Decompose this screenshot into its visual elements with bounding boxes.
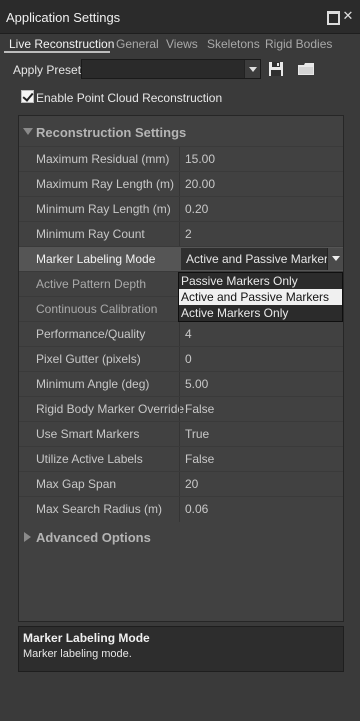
- chevron-right-icon: [24, 532, 31, 542]
- setting-row[interactable]: Utilize Active Labels False: [19, 446, 343, 472]
- setting-key: Minimum Ray Count: [36, 227, 145, 241]
- tab-views[interactable]: Views: [166, 37, 198, 51]
- setting-value[interactable]: 4: [185, 327, 192, 341]
- help-panel: Marker Labeling Mode Marker labeling mod…: [18, 626, 344, 672]
- tab-skeletons[interactable]: Skeletons: [207, 37, 260, 51]
- enable-point-cloud-checkbox[interactable]: [21, 90, 34, 103]
- setting-value[interactable]: True: [185, 427, 209, 441]
- restore-icon[interactable]: [325, 9, 340, 25]
- chevron-down-icon[interactable]: [327, 248, 343, 270]
- setting-key: Max Search Radius (m): [36, 502, 163, 516]
- setting-value[interactable]: 15.00: [185, 152, 215, 166]
- setting-row[interactable]: Rigid Body Marker Override False: [19, 396, 343, 422]
- setting-value[interactable]: 20.00: [185, 177, 215, 191]
- setting-row[interactable]: Performance/Quality 4: [19, 321, 343, 347]
- advanced-options-header[interactable]: Advanced Options: [19, 521, 343, 553]
- setting-key: Maximum Ray Length (m): [36, 177, 175, 191]
- help-title: Marker Labeling Mode: [23, 631, 150, 645]
- setting-row[interactable]: Maximum Ray Length (m) 20.00: [19, 171, 343, 197]
- tab-rigid-bodies[interactable]: Rigid Bodies: [265, 37, 332, 51]
- chevron-down-icon[interactable]: [244, 60, 260, 78]
- setting-value[interactable]: 0: [185, 352, 192, 366]
- setting-value[interactable]: 0.20: [185, 202, 208, 216]
- chevron-down-icon: [23, 128, 33, 135]
- setting-key: Max Gap Span: [36, 477, 117, 491]
- setting-key: Minimum Ray Length (m): [36, 202, 171, 216]
- properties-panel: Reconstruction Settings Maximum Residual…: [18, 115, 344, 622]
- setting-value[interactable]: 2: [185, 227, 192, 241]
- setting-key: Maximum Residual (mm): [36, 152, 170, 166]
- setting-row[interactable]: Minimum Ray Length (m) 0.20: [19, 196, 343, 222]
- marker-labeling-mode-value: Active and Passive Markers: [186, 252, 335, 266]
- setting-key: Use Smart Markers: [36, 427, 140, 441]
- setting-key: Performance/Quality: [36, 327, 146, 341]
- setting-row[interactable]: Maximum Residual (mm) 15.00: [19, 146, 343, 172]
- apply-preset-select[interactable]: [81, 59, 261, 79]
- section-label: Advanced Options: [36, 530, 151, 545]
- setting-row-marker-labeling-mode[interactable]: Marker Labeling Mode Active and Passive …: [19, 246, 343, 271]
- setting-key: Minimum Angle (deg): [36, 377, 150, 391]
- tab-general[interactable]: General: [116, 37, 159, 51]
- dropdown-option[interactable]: Passive Markers Only: [179, 273, 342, 289]
- reconstruction-settings-header[interactable]: Reconstruction Settings: [19, 116, 343, 148]
- folder-icon[interactable]: [296, 59, 316, 79]
- marker-labeling-mode-select[interactable]: Active and Passive Markers: [181, 248, 343, 270]
- setting-row[interactable]: Pixel Gutter (pixels) 0: [19, 346, 343, 372]
- setting-key: Utilize Active Labels: [36, 452, 143, 466]
- setting-value[interactable]: False: [185, 452, 214, 466]
- dropdown-option[interactable]: Active Markers Only: [179, 305, 342, 321]
- setting-row[interactable]: Minimum Angle (deg) 5.00: [19, 371, 343, 397]
- setting-value[interactable]: False: [185, 402, 214, 416]
- setting-key: Pixel Gutter (pixels): [36, 352, 141, 366]
- setting-key: Active Pattern Depth: [36, 277, 147, 291]
- active-tab-indicator: [4, 51, 110, 53]
- setting-key: Rigid Body Marker Override: [36, 402, 185, 416]
- enable-point-cloud-label: Enable Point Cloud Reconstruction: [36, 91, 223, 105]
- setting-value[interactable]: 5.00: [185, 377, 208, 391]
- help-text: Marker labeling mode.: [23, 648, 132, 660]
- title-bar: Application Settings ✕: [0, 0, 360, 34]
- setting-value[interactable]: 0.06: [185, 502, 208, 516]
- window-title: Application Settings: [6, 10, 121, 25]
- setting-row[interactable]: Minimum Ray Count 2: [19, 221, 343, 247]
- setting-row[interactable]: Max Gap Span 20: [19, 471, 343, 497]
- section-label: Reconstruction Settings: [36, 125, 187, 140]
- dropdown-option-selected[interactable]: Active and Passive Markers: [179, 289, 342, 305]
- setting-row[interactable]: Max Search Radius (m) 0.06: [19, 496, 343, 522]
- marker-labeling-mode-dropdown: Passive Markers Only Active and Passive …: [178, 272, 343, 322]
- setting-row[interactable]: Use Smart Markers True: [19, 421, 343, 447]
- setting-key: Marker Labeling Mode: [36, 252, 156, 266]
- close-icon[interactable]: ✕: [341, 9, 355, 23]
- setting-key: Continuous Calibration: [36, 302, 158, 316]
- apply-preset-label: Apply Preset: [13, 63, 82, 77]
- setting-value[interactable]: 20: [185, 477, 198, 491]
- save-icon[interactable]: [266, 59, 286, 79]
- tab-live-reconstruction[interactable]: Live Reconstruction: [9, 37, 114, 51]
